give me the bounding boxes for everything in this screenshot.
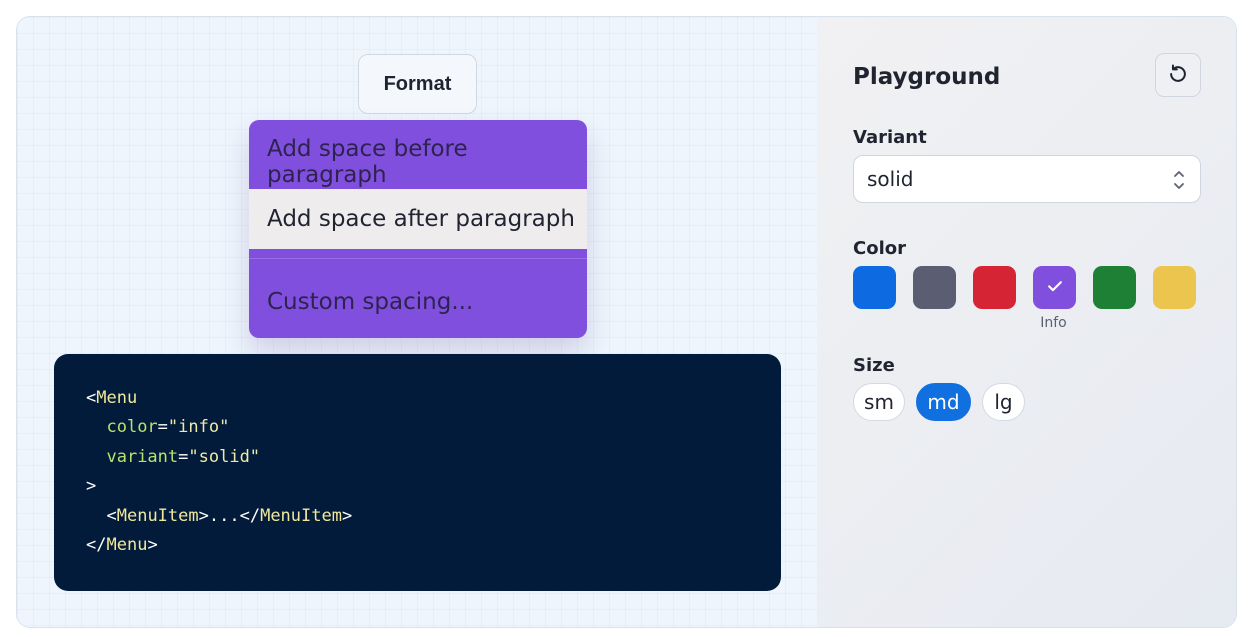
code-line-close-open: > — [86, 476, 97, 497]
color-swatch-neutral[interactable] — [913, 266, 956, 309]
color-swatch-success[interactable] — [1093, 266, 1136, 309]
color-swatch-danger[interactable] — [973, 266, 1016, 309]
reset-button[interactable] — [1155, 53, 1201, 97]
check-icon — [1045, 276, 1065, 300]
format-menu-trigger[interactable]: Format — [358, 54, 477, 114]
code-tag-menu-close: Menu — [106, 535, 148, 556]
size-option-lg[interactable]: lg — [982, 383, 1025, 421]
code-attr-variant: variant — [106, 446, 179, 467]
menu-item-space-before[interactable]: Add space before paragraph — [249, 132, 587, 192]
selected-color-caption: Info — [1040, 315, 1067, 331]
playground-frame: Format Add space before paragraph Add sp… — [16, 16, 1237, 628]
color-swatch-primary[interactable] — [853, 266, 896, 309]
color-label: Color — [853, 238, 906, 259]
code-value-color: "info" — [167, 417, 230, 438]
code-line-child: <MenuItem>...</MenuItem> — [106, 505, 353, 526]
format-menu: Add space before paragraph Add space aft… — [249, 120, 587, 338]
chevron-up-down-icon — [1172, 167, 1186, 198]
menu-item-space-after[interactable]: Add space after paragraph — [249, 189, 587, 249]
rotate-ccw-icon — [1167, 63, 1189, 88]
code-line-color: color="info" — [106, 417, 230, 438]
color-swatch-warning[interactable] — [1153, 266, 1196, 309]
code-tag-menuitem-close: MenuItem — [260, 505, 342, 526]
size-label: Size — [853, 355, 895, 376]
code-value-variant: "solid" — [188, 446, 261, 467]
code-line-variant: variant="solid" — [106, 446, 261, 467]
color-swatch-info[interactable] — [1033, 266, 1076, 309]
variant-select-value: solid — [867, 167, 914, 191]
size-option-md[interactable]: md — [916, 383, 971, 421]
menu-item-custom-spacing[interactable]: Custom spacing... — [249, 272, 587, 332]
code-line-close: </Menu> — [86, 535, 158, 556]
code-line-open: <Menu — [86, 388, 138, 408]
code-snippet: <Menu color="info" variant="solid" > <Me… — [54, 354, 781, 591]
size-option-sm[interactable]: sm — [853, 383, 905, 421]
code-child-content: ... — [208, 505, 240, 526]
code-attr-color: color — [106, 417, 158, 438]
menu-divider — [249, 258, 587, 259]
variant-select[interactable]: solid — [853, 155, 1201, 203]
playground-panel: Playground Variant solid Color Info Size… — [817, 17, 1236, 627]
panel-title: Playground — [853, 64, 1001, 90]
code-tag-menuitem-open: MenuItem — [116, 505, 199, 526]
preview-area: Format Add space before paragraph Add sp… — [17, 17, 817, 627]
variant-label: Variant — [853, 127, 927, 148]
code-tag-menu: Menu — [96, 388, 138, 408]
